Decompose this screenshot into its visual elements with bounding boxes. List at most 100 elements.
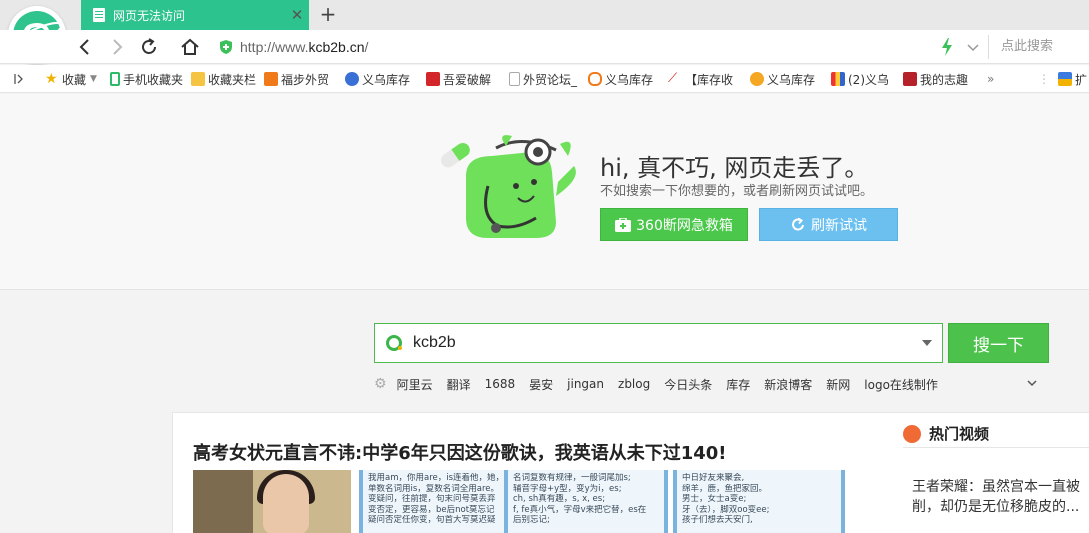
tab-active[interactable]: 网页无法访问 ✕ (81, 0, 309, 30)
bookmark-favorites[interactable]: ★ 收藏 ▼ (45, 65, 97, 93)
lightning-icon[interactable] (940, 38, 954, 56)
hot-video-title: 热门视频 (929, 425, 990, 443)
hotword-link[interactable]: zblog (618, 377, 650, 391)
thumbnail-line: 中日好友来聚会, (682, 473, 745, 483)
doctor-mascot-icon (441, 135, 576, 238)
news-thumbnail-text[interactable]: 中日好友来聚会, 绵羊，鹿，鱼把家回。 男士，女士a变e; 牙（去），脚双oo变… (673, 470, 845, 533)
hotword-link[interactable]: jingan (567, 377, 604, 391)
star-icon: ★ (45, 71, 58, 87)
sidebar-toggle-icon[interactable] (13, 73, 25, 85)
address-bar: http://www.kcb2b.cn/ 点此搜索 (0, 30, 1089, 64)
bookmark-label: 收藏夹栏 (208, 72, 257, 87)
news-headline[interactable]: 高考女状元直言不讳:中学6年只因这份歌诀，我英语从未下过140! (193, 439, 727, 465)
thumbnail-line: 辅音字母+y型，变y为i，es; (513, 483, 622, 494)
error-panel: hi, 真不巧, 网页走丢了。 不如搜索一下你想要的，或者刷新网页试试吧。 36… (0, 94, 1089, 290)
bookmark-label: 扩 (1075, 72, 1088, 87)
search-button[interactable]: 搜一下 (948, 323, 1049, 363)
bookmark-item[interactable]: ⟋ 【库存收 (668, 65, 733, 93)
bookmark-extensions[interactable]: ⋮ 扩 (1038, 65, 1087, 93)
bookmark-label: 福步外贸 (281, 72, 330, 87)
bookmark-item[interactable]: 义乌库存 (750, 65, 815, 93)
phone-icon (110, 72, 120, 86)
thumbnail-line: 变疑问，往前提，句末问号莫丢弃 (368, 494, 496, 504)
refresh-page-button[interactable]: 刷新试试 (759, 208, 898, 241)
thumbnail-line: 牙（去），脚双oo变ee; (682, 504, 770, 515)
thumbnail-line: 变否定，更容易，be后not莫忘记 (368, 504, 495, 515)
bookmark-label: (2)义乌 (848, 72, 889, 87)
chevron-down-icon[interactable] (964, 38, 982, 56)
thumbnail-line: 孩子们想去天安门, (682, 515, 753, 525)
url-suffix: / (364, 39, 369, 55)
new-tab-button[interactable]: + (316, 3, 340, 27)
thumbnail-line: 绵羊，鹿，鱼把家回。 (682, 483, 768, 494)
bookmark-item[interactable]: 福步外贸 (264, 65, 329, 93)
news-thumbnail-photo[interactable] (193, 470, 351, 533)
home-icon[interactable] (179, 36, 201, 58)
hot-video-item[interactable]: 王者荣耀：虽然宫本一直被 削，却仍是无位移脆皮的... (903, 477, 1089, 517)
forward-icon[interactable] (106, 36, 128, 58)
hotword-link[interactable]: 阿里云 (397, 376, 433, 393)
thumbnail-line: 后别忘记; (513, 515, 550, 525)
bookmark-item[interactable]: 吾爱破解 (426, 65, 491, 93)
news-thumbnail-text[interactable]: 名词复数有规律，一般词尾加s; 辅音字母+y型，变y为i，es; ch, sh真… (504, 470, 668, 533)
dropdown-arrow-icon[interactable] (922, 340, 932, 346)
hotword-link[interactable]: 今日头条 (664, 376, 712, 393)
hot-video-text: 王者荣耀：虽然宫本一直被 (912, 479, 1080, 495)
url-prefix: http://www. (240, 39, 309, 55)
url-domain: kcb2b.cn (308, 39, 365, 55)
thumbnail-line: 男士，女士a变e; (682, 494, 747, 504)
bookmark-item[interactable]: (2)义乌 (831, 65, 889, 93)
divider: ⋮ (1038, 72, 1050, 86)
first-aid-kit-icon (615, 217, 632, 232)
hotword-link[interactable]: 晏安 (529, 376, 553, 393)
bookmarks-bar: ★ 收藏 ▼ 手机收藏夹 收藏夹栏 福步外贸 义乌库存 吾爱破解 外贸论坛_ 义… (0, 65, 1089, 93)
network-rescue-label: 360断网急救箱 (636, 217, 733, 234)
apps-icon (1058, 72, 1072, 86)
hotword-link[interactable]: 新网 (826, 376, 850, 393)
flame-icon (903, 424, 921, 443)
hot-video-panel: 热门视频 王者荣耀：虽然宫本一直被 削，却仍是无位移脆皮的... (903, 420, 1089, 517)
tab-title: 网页无法访问 (113, 8, 186, 23)
search-query: kcb2b (413, 334, 456, 351)
bookmark-item[interactable]: 手机收藏夹 (110, 65, 183, 93)
folder-icon (191, 72, 205, 86)
360-search-icon (386, 335, 402, 351)
overflow-label: » (987, 72, 995, 86)
hotword-link[interactable]: 库存 (726, 376, 750, 393)
refresh-page-label: 刷新试试 (811, 217, 867, 234)
site-icon (831, 72, 845, 86)
refresh-icon[interactable] (138, 36, 160, 58)
news-thumbnail-text[interactable]: 我用am，你用are，is连着他，她，它; 单数名词用is，复数名词全用are。… (359, 470, 519, 533)
search-input[interactable]: kcb2b (374, 323, 943, 363)
back-icon[interactable] (74, 36, 96, 58)
network-rescue-button[interactable]: 360断网急救箱 (600, 208, 748, 241)
search-box[interactable]: 点此搜索 (988, 35, 1089, 59)
bookmark-label: 手机收藏夹 (123, 72, 184, 87)
thumbnail-line: 疑问否定任你变，句首大写莫迟疑 (368, 515, 496, 525)
hotword-link[interactable]: 翻译 (447, 376, 471, 393)
thumbnail-line: 单数名词用is，复数名词全用are。 (368, 483, 500, 494)
bookmark-item[interactable]: 我的志趣 (903, 65, 968, 93)
bookmarks-overflow-button[interactable]: » (987, 65, 994, 93)
bookmark-item[interactable]: 收藏夹栏 (191, 65, 256, 93)
hot-video-header[interactable]: 热门视频 (903, 420, 1089, 448)
chevron-down-icon[interactable] (1026, 378, 1038, 388)
bookmark-item[interactable]: 外贸论坛_ (509, 65, 577, 93)
url-field[interactable]: http://www.kcb2b.cn/ (218, 35, 933, 59)
bookmark-item[interactable]: 义乌库存 (345, 65, 410, 93)
hotword-link[interactable]: 1688 (485, 377, 516, 391)
site-icon (750, 72, 764, 86)
shield-icon (220, 40, 232, 54)
bookmark-label: 收藏 (62, 72, 87, 87)
hotword-link[interactable]: 新浪博客 (764, 376, 812, 393)
error-subtitle: 不如搜索一下你想要的，或者刷新网页试试吧。 (600, 184, 874, 199)
gear-icon[interactable]: ⚙ (374, 376, 387, 392)
bookmark-label: 吾爱破解 (443, 72, 492, 87)
bookmark-item[interactable]: 义乌库存 (588, 65, 653, 93)
bookmark-label: 外贸论坛_ (523, 72, 578, 87)
hotword-link[interactable]: logo在线制作 (864, 376, 938, 393)
hot-video-text: 削，却仍是无位移脆皮的... (912, 499, 1080, 515)
tab-bar: 网页无法访问 ✕ + (0, 0, 1089, 30)
thumbnail-line: 我用am，你用are，is连着他，她，它; (368, 473, 510, 483)
close-tab-icon[interactable]: ✕ (285, 6, 309, 24)
